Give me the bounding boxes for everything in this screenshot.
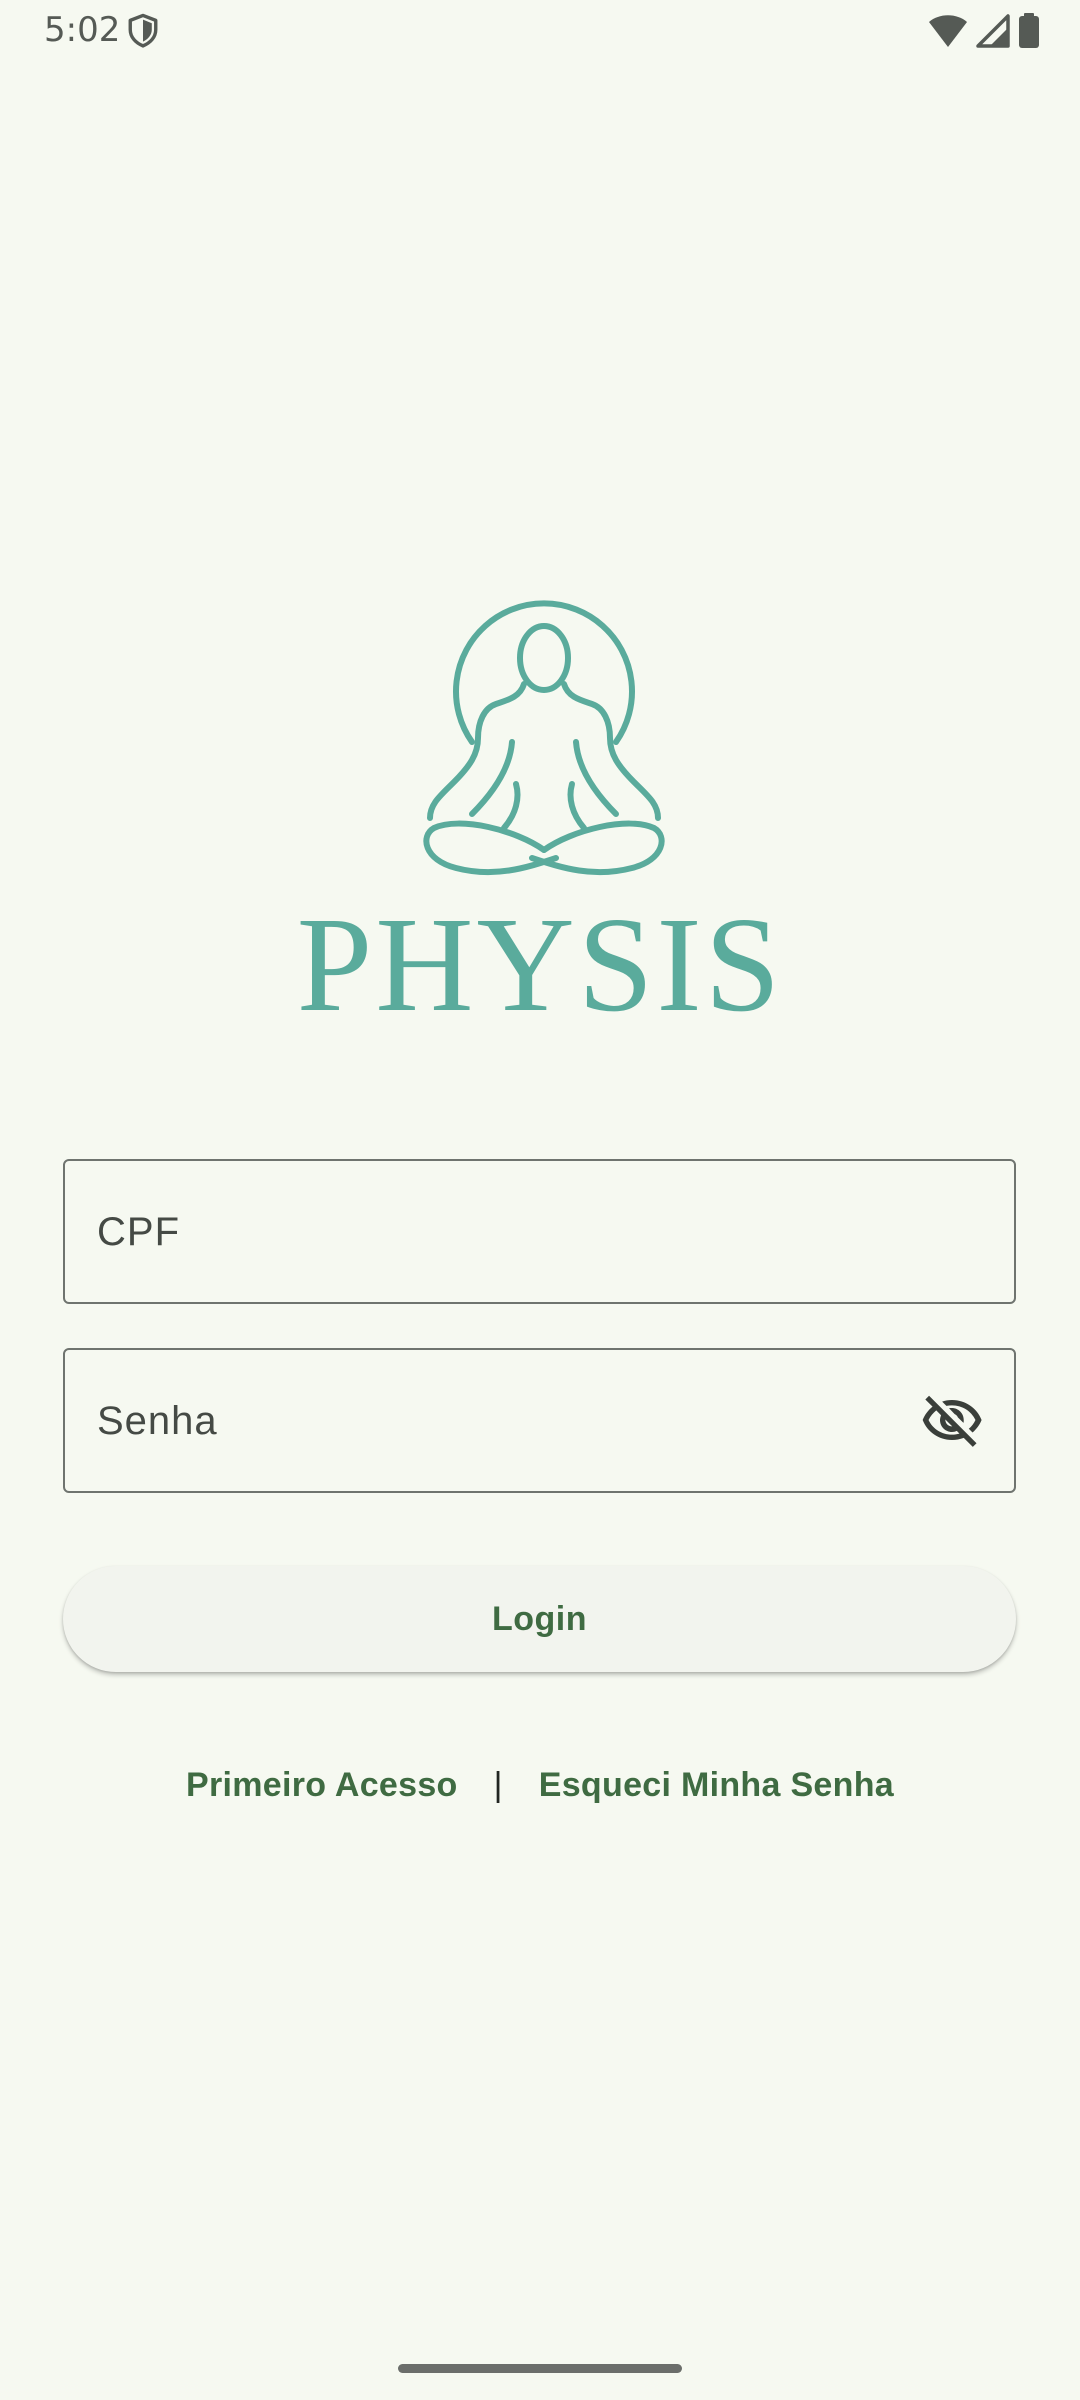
password-input[interactable] — [95, 1350, 959, 1493]
brand-name: PHYSIS — [296, 890, 784, 1040]
signal-icon — [976, 14, 1010, 48]
status-icons — [928, 12, 1040, 50]
first-access-link[interactable]: Primeiro Acesso — [186, 1766, 458, 1805]
battery-icon — [1019, 13, 1039, 48]
wifi-icon — [929, 15, 967, 47]
login-button[interactable]: Login — [63, 1566, 1016, 1672]
cpf-input[interactable] — [95, 1161, 959, 1304]
cpf-field[interactable] — [63, 1159, 1016, 1304]
link-separator: | — [493, 1766, 503, 1804]
forgot-password-link[interactable]: Esqueci Minha Senha — [539, 1766, 894, 1805]
auth-links: Primeiro Acesso | Esqueci Minha Senha — [0, 1766, 1080, 1805]
status-time: 5:02 — [44, 10, 121, 50]
login-button-label: Login — [491, 1599, 588, 1638]
login-screen: 5:02 PHYSIS CPF Login Primeiro Acesso | … — [0, 0, 1080, 2400]
password-field[interactable] — [63, 1348, 1016, 1493]
status-bar: 5:02 — [0, 0, 1080, 62]
eye-off-icon[interactable] — [920, 1388, 984, 1452]
home-indicator[interactable] — [398, 2364, 682, 2373]
meditation-figure-icon — [423, 600, 665, 876]
shield-icon — [128, 13, 158, 48]
